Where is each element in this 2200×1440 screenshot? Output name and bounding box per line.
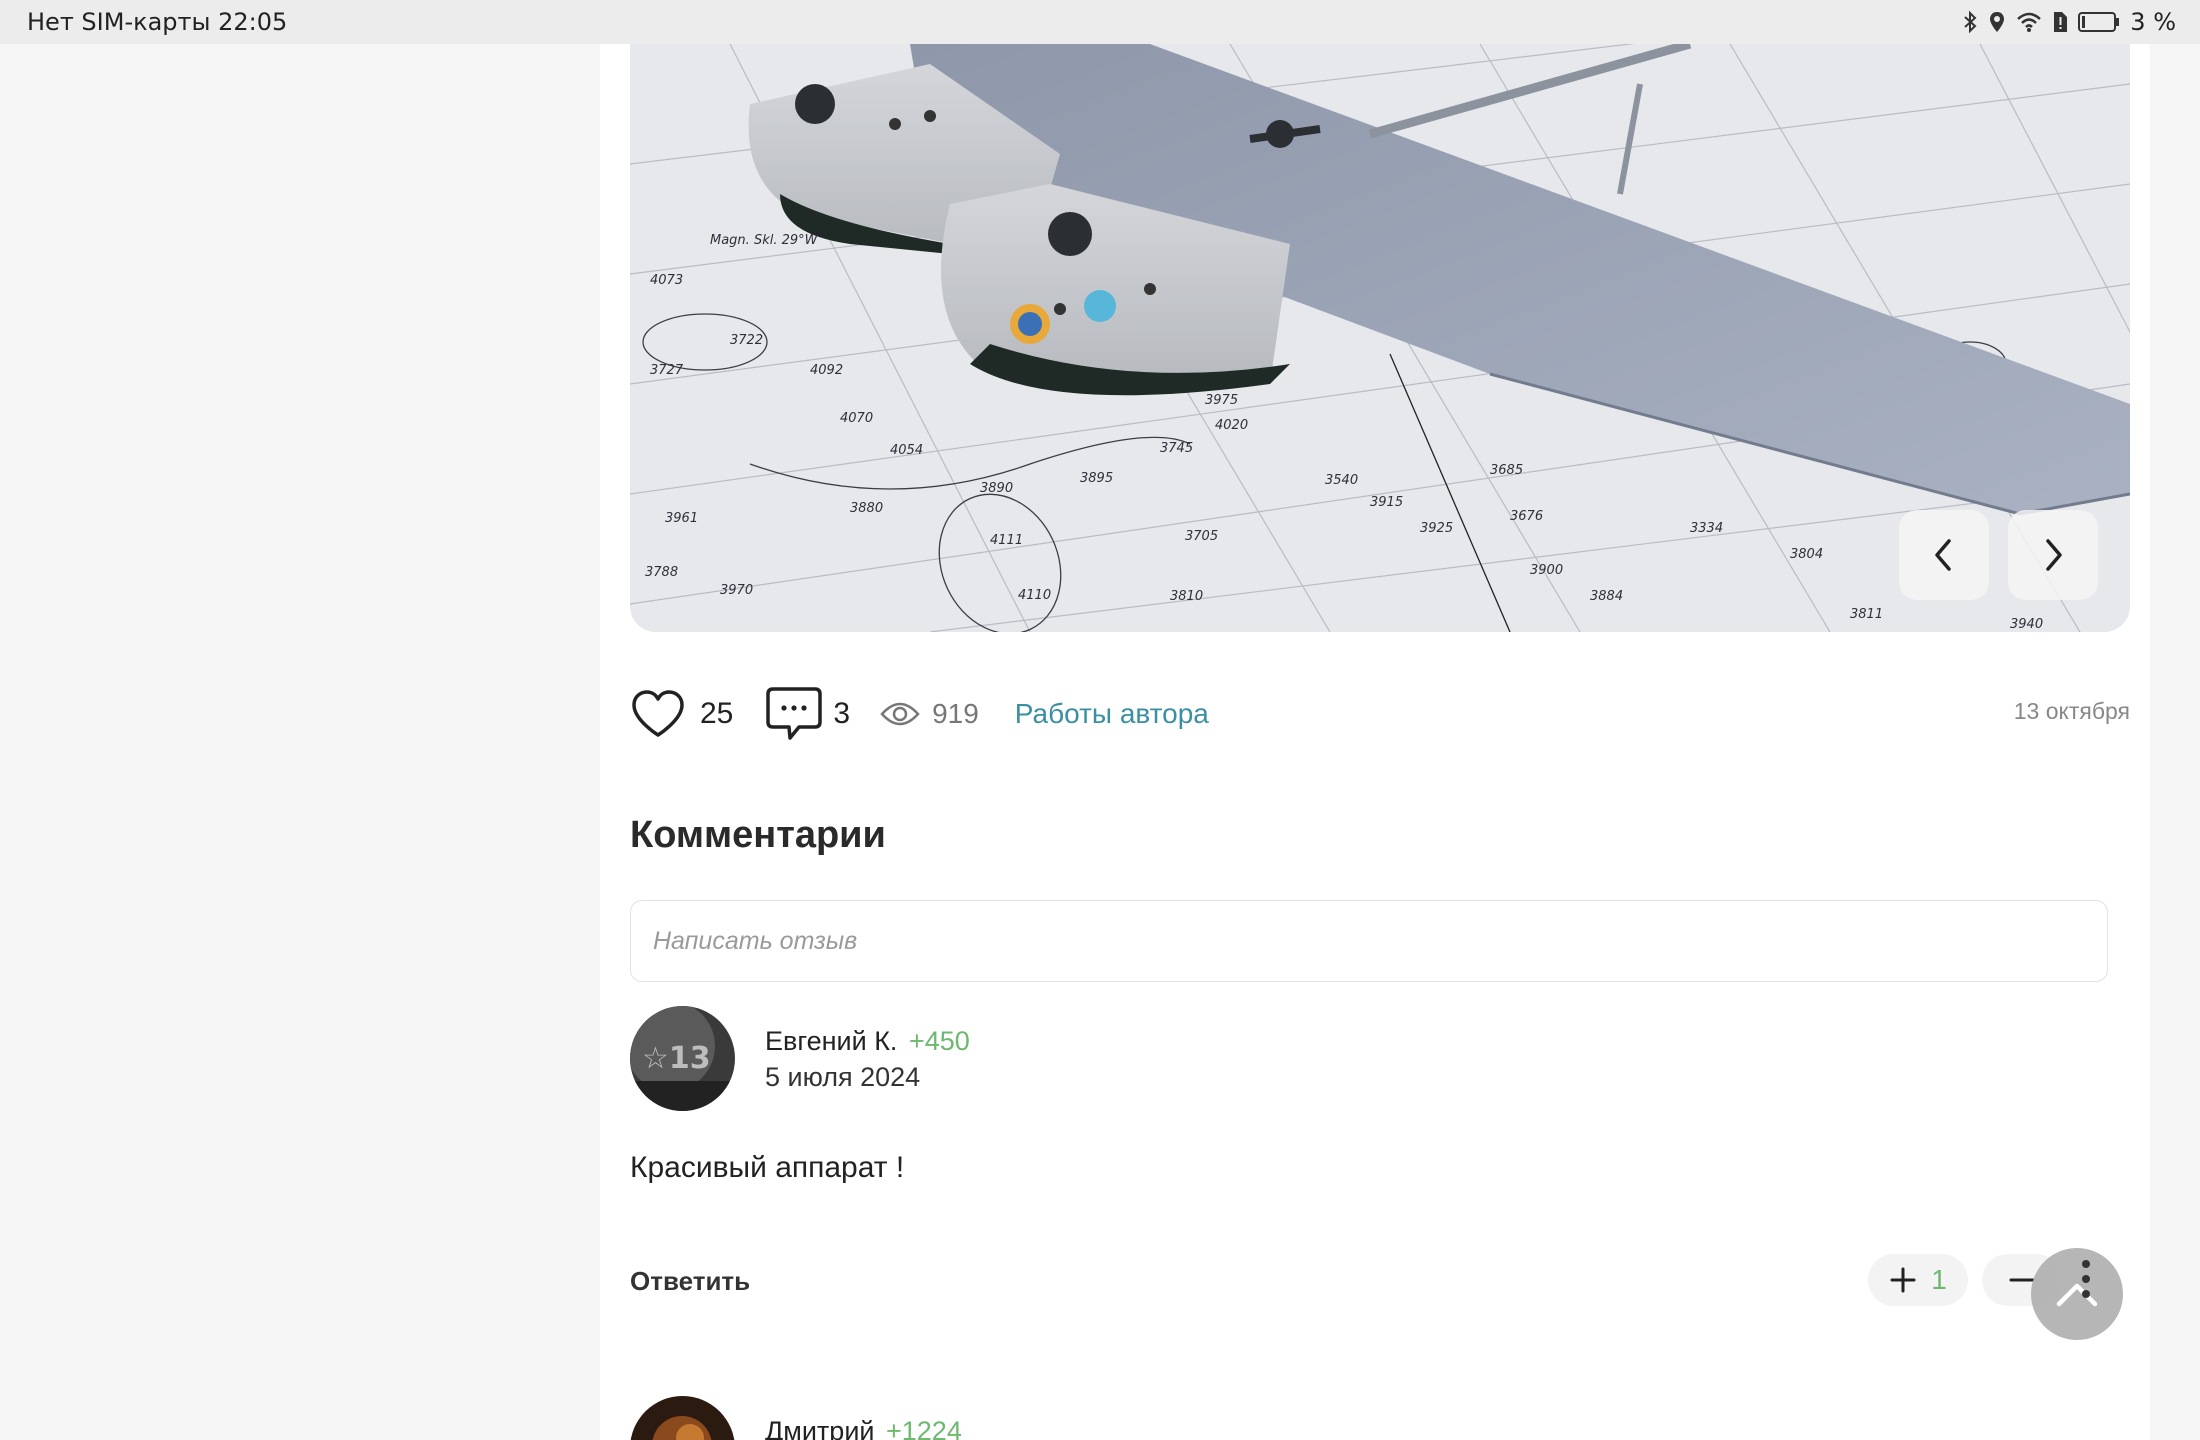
svg-text:4054: 4054 [890,443,923,458]
comment-count: 3 [833,697,851,730]
chevron-up-icon [2056,1283,2098,1307]
upvote-button[interactable]: 1 [1868,1254,1968,1306]
post-date: 13 октября [2013,698,2130,724]
comment-item: Дмитрий +1224 [630,1396,2130,1440]
comments-title: Комментарии [630,814,886,856]
svg-text:4073: 4073 [650,273,683,288]
sim-alert-icon [2054,12,2068,32]
comment-author-rating: +450 [908,1026,970,1056]
comment-author[interactable]: Дмитрий +1224 [765,1416,962,1440]
battery-percent: 3 % [2130,8,2176,36]
svg-text:3334: 3334 [1690,521,1723,536]
review-input[interactable] [630,900,2108,982]
views-counter: 919 [880,698,979,730]
avatar[interactable]: ☆13 [630,1006,735,1111]
comment-author-rating: +1224 [886,1416,962,1440]
comments-button[interactable]: 3 [765,686,850,742]
post-stats: 25 3 919 Работы автора 13 октября [630,674,2130,754]
plus-icon [1890,1267,1916,1293]
svg-text:3890: 3890 [980,481,1013,496]
heart-icon [632,690,684,737]
svg-text:3884: 3884 [1590,589,1623,604]
svg-text:3895: 3895 [1080,471,1113,486]
like-count: 25 [700,697,734,730]
svg-text:3961: 3961 [665,511,698,526]
svg-text:3804: 3804 [1790,547,1823,562]
svg-text:4111: 4111 [990,533,1023,548]
svg-text:3705: 3705 [1185,529,1218,544]
svg-text:3915: 3915 [1370,495,1403,510]
svg-text:3540: 3540 [1325,473,1358,488]
svg-text:3676: 3676 [1510,509,1543,524]
svg-text:4070: 4070 [840,411,873,426]
svg-text:3880: 3880 [850,501,883,516]
bluetooth-icon [1964,10,1977,34]
svg-text:4110: 4110 [1018,588,1051,603]
svg-text:3722: 3722 [730,333,763,348]
scroll-to-top-button[interactable] [2031,1248,2123,1340]
location-icon [1990,12,2005,32]
vertical-dots-icon [2082,1260,2090,1298]
svg-text:3788: 3788 [645,565,678,580]
comment-author-name: Евгений К. [765,1026,898,1056]
photo-prev-button[interactable] [1899,510,1989,600]
wifi-icon [2017,12,2042,32]
comment-text: Красивый аппарат ! [630,1151,905,1184]
eye-icon [880,702,920,726]
photo-next-button[interactable] [2008,510,2098,600]
like-button[interactable]: 25 [630,689,733,739]
svg-text:3975: 3975 [1205,393,1238,408]
svg-text:3940: 3940 [2010,617,2043,632]
svg-text:☆13: ☆13 [642,1041,711,1076]
views-count: 919 [932,698,979,729]
chevron-right-icon [2046,539,2062,571]
vote-count: 1 [1931,1264,1947,1295]
svg-text:3685: 3685 [1490,463,1523,478]
speech-bubble-icon [766,687,823,740]
avatar[interactable] [630,1396,735,1440]
svg-text:3925: 3925 [1420,521,1453,536]
comment-date: 5 июля 2024 [765,1062,921,1092]
svg-text:3900: 3900 [1530,563,1563,578]
svg-text:3970: 3970 [720,583,753,598]
status-carrier-time: Нет SIM-карты 22:05 [27,8,288,36]
svg-text:3745: 3745 [1160,441,1193,456]
comment-author[interactable]: Евгений К. +450 [765,1026,970,1057]
more-menu-button[interactable] [2080,1258,2092,1300]
status-icons: 3 % [1962,8,2176,36]
status-bar: Нет SIM-карты 22:05 3 % [0,0,2200,44]
svg-text:3810: 3810 [1170,589,1203,604]
comment-item: ☆13 Евгений К. +450 5 июля 2024 Красивый… [630,1006,2130,1346]
battery-icon [2078,12,2120,32]
post-content: 4073 3722 3727 4092 4070 4054 3880 3961 3788 3… [600,44,2150,1440]
reply-button[interactable]: Ответить [630,1266,750,1297]
svg-text:4092: 4092 [810,363,843,378]
svg-text:Magn. Skl. 29°W: Magn. Skl. 29°W [710,233,819,248]
author-works-link[interactable]: Работы автора [1015,698,1209,730]
svg-text:4020: 4020 [1215,418,1248,433]
svg-text:3727: 3727 [650,363,684,378]
chevron-left-icon [1935,539,1951,571]
comment-author-name: Дмитрий [765,1416,875,1440]
svg-text:3811: 3811 [1850,607,1883,622]
